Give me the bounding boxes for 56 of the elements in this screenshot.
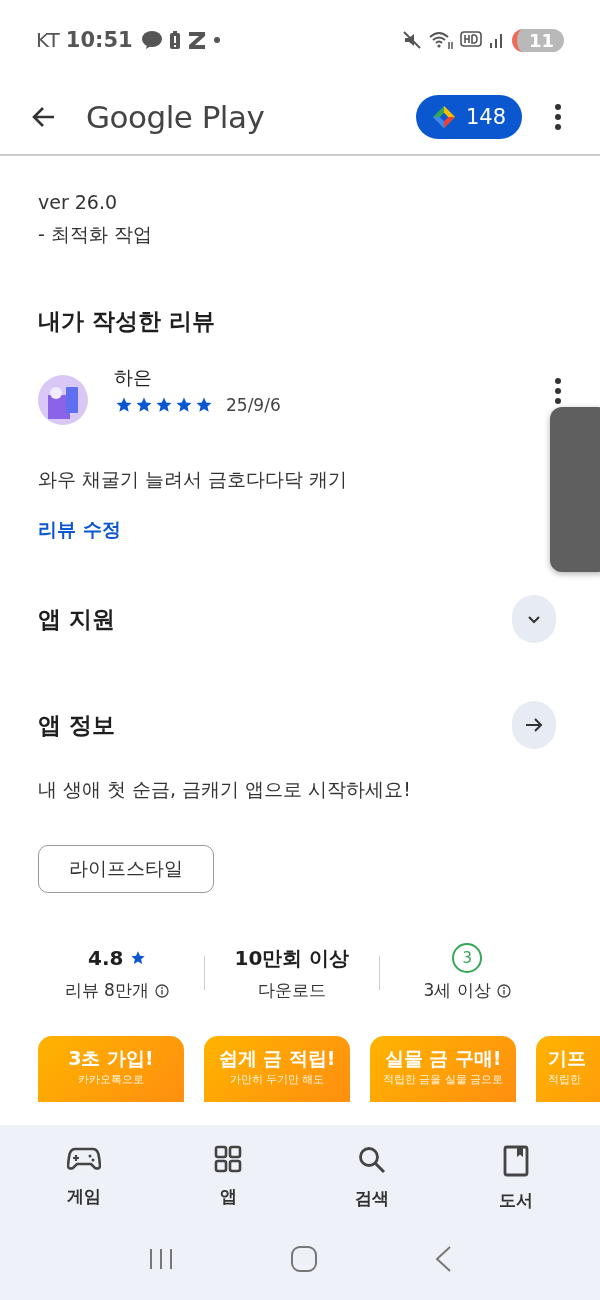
stat-label: 3세 이상 — [423, 979, 491, 1002]
battery-alert-icon — [168, 30, 181, 50]
stat-label: 다운로드 — [258, 979, 326, 1002]
home-icon[interactable] — [290, 1245, 318, 1273]
recent-apps-icon[interactable] — [148, 1247, 174, 1271]
battery-indicator: 11 — [511, 28, 564, 52]
info-icon[interactable] — [496, 983, 511, 998]
hd-icon — [459, 30, 482, 50]
carrier-label: KT — [36, 28, 60, 52]
mute-icon — [401, 30, 422, 50]
nav-tab[interactable]: 도서 — [444, 1139, 588, 1218]
back-icon[interactable] — [434, 1245, 452, 1273]
nav-tab[interactable]: 게임 — [12, 1139, 156, 1218]
reviewer-name: 하은 — [114, 365, 153, 390]
app-description: 내 생애 첫 순금, 금캐기 앱으로 시작하세요! — [38, 777, 411, 802]
screenshot-subtitle: 적립한 — [548, 1072, 581, 1087]
review-date: 25/9/6 — [226, 395, 281, 415]
dot-icon — [212, 36, 221, 44]
screenshot-subtitle: 가만히 두기만 해도 — [229, 1072, 325, 1087]
chat-bubble-icon — [140, 30, 163, 50]
apps-grid-icon — [214, 1145, 242, 1173]
screenshot-title: 기프 — [548, 1046, 586, 1071]
update-note: - 최적화 작업 — [38, 222, 152, 247]
review-text: 와우 채굴기 늘려서 금호다다닥 캐기 — [38, 467, 348, 492]
section-heading: 앱 정보 — [38, 710, 115, 740]
screenshot-title: 실물 금 구매! — [384, 1046, 502, 1071]
more-options-icon[interactable] — [554, 377, 562, 405]
info-icon[interactable] — [154, 983, 169, 998]
avatar — [38, 375, 88, 425]
screenshot-title: 3초 가입! — [68, 1046, 154, 1071]
star-icon — [129, 950, 146, 966]
stat-label: 리뷰 8만개 — [64, 979, 149, 1002]
gamepad-icon — [67, 1145, 101, 1173]
app-title: Google Play — [86, 99, 265, 135]
wifi-icon — [427, 30, 454, 50]
nav-tab[interactable]: 앱 — [156, 1139, 300, 1218]
section-heading: 내가 작성한 리뷰 — [38, 307, 215, 336]
version-text: ver 26.0 — [38, 190, 119, 215]
edit-review-link[interactable]: 리뷰 수정 — [38, 517, 121, 543]
stat-value: 4.8 — [88, 946, 124, 970]
arrow-button[interactable] — [512, 701, 556, 749]
stat-value: 10만회 이상 — [234, 944, 350, 972]
search-icon — [357, 1145, 387, 1175]
z-app-icon — [186, 30, 207, 50]
clock: 10:51 — [65, 28, 133, 52]
book-icon — [503, 1145, 529, 1177]
screenshot-title: 쉽게 금 적립! — [218, 1046, 336, 1071]
section-heading: 앱 지원 — [38, 604, 115, 634]
category-chip[interactable]: 라이프스타일 — [38, 845, 214, 893]
screenshot-subtitle: 적립한 금을 실물 금으로 — [382, 1072, 504, 1087]
screenshot-subtitle: 카카오톡으로 — [78, 1072, 144, 1087]
points-diamond-icon — [431, 105, 456, 129]
more-options-icon[interactable] — [554, 103, 562, 131]
play-points-button[interactable]: 148 — [415, 95, 522, 139]
nav-tab[interactable]: 검색 — [300, 1139, 444, 1218]
age-rating-badge: 3 — [452, 943, 483, 973]
